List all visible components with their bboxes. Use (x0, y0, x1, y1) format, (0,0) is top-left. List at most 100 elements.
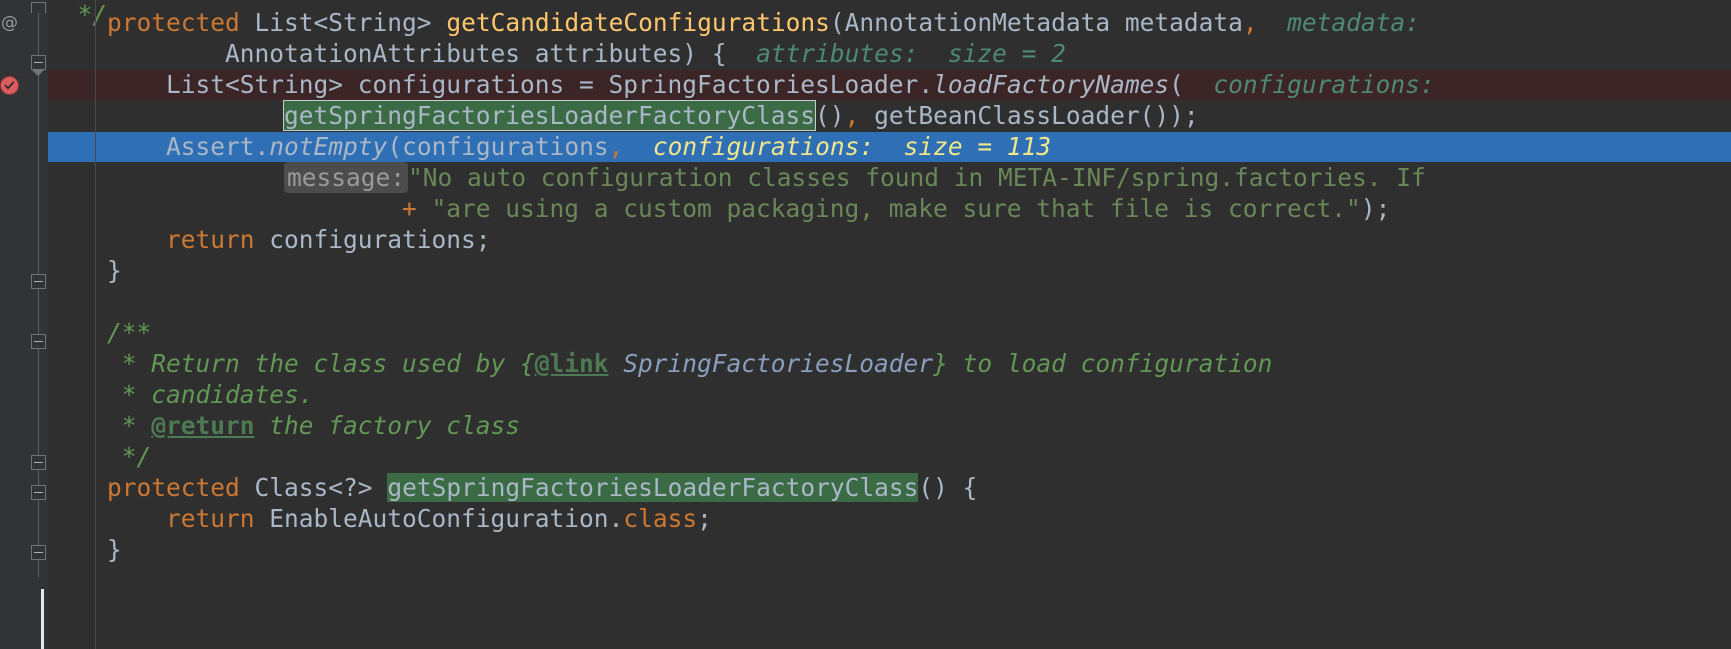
breakpoint-circle (1, 76, 18, 94)
code-line[interactable]: } (48, 535, 1731, 565)
code-token: "are using a custom packaging, make sure… (431, 194, 1361, 223)
code-token: SpringFactoriesLoader (608, 70, 919, 99)
code-token: , (608, 132, 624, 161)
code-token: Class<?> (254, 473, 373, 502)
code-content[interactable]: */ protected List<String> getCandidateCo… (48, 0, 1731, 649)
code-line[interactable]: return EnableAutoConfiguration.class; (48, 504, 1731, 534)
code-line[interactable]: getSpringFactoriesLoaderFactoryClass(), … (48, 100, 1731, 131)
code-token: () { (918, 473, 978, 502)
code-token: ( (829, 8, 845, 37)
fold-column[interactable] (30, 0, 48, 649)
code-line[interactable]: * candidates. (48, 380, 1731, 410)
annotation-at-icon[interactable]: @ (0, 8, 19, 38)
fold-marker-method2[interactable] (31, 455, 46, 470)
code-token: /** (48, 318, 152, 347)
code-line[interactable]: protected List<String> getCandidateConfi… (48, 8, 1731, 38)
inline-debug-hint[interactable]: metadata: (1287, 8, 1420, 37)
fold-marker-method-start[interactable] (31, 2, 46, 13)
code-token: * (48, 411, 152, 440)
fold-marker-method-end[interactable] (31, 55, 46, 76)
code-line[interactable]: message: "No auto configuration classes f… (48, 162, 1731, 193)
usage-highlight[interactable]: getSpringFactoriesLoaderFactoryClass (387, 473, 919, 502)
code-token: attributes (520, 39, 683, 68)
inline-debug-hint[interactable]: configurations: (1213, 70, 1434, 99)
code-token: configurations = (343, 70, 609, 99)
code-token: } (48, 535, 122, 564)
code-token: @return (151, 411, 255, 440)
code-token: ) { (682, 39, 727, 68)
code-token: Assert (166, 132, 255, 161)
fold-marker-tail[interactable] (31, 545, 46, 560)
fold-marker-block-close[interactable] (31, 274, 46, 289)
code-token: EnableAutoConfiguration (269, 504, 609, 533)
code-line[interactable]: } (48, 256, 1731, 286)
code-token: the factory class (254, 411, 521, 440)
inline-debug-hint[interactable]: configurations: size = 113 (653, 132, 1051, 161)
usage-highlight[interactable]: getSpringFactoriesLoaderFactoryClass (283, 100, 817, 131)
code-token: . (918, 70, 934, 99)
code-token: AnnotationAttributes (225, 39, 521, 68)
code-token: protected (107, 473, 240, 502)
code-line[interactable]: /** (48, 318, 1731, 348)
code-token: + (402, 194, 417, 223)
code-token: } (48, 256, 122, 285)
editor-gutter[interactable]: @ (0, 0, 48, 649)
code-token: . (254, 132, 270, 161)
code-token: * Return the class used by { (48, 349, 535, 378)
code-token: metadata (1110, 8, 1243, 37)
code-token: @link (534, 349, 609, 378)
code-token: SpringFactoriesLoader (623, 349, 934, 378)
code-token: * candidates. (48, 380, 314, 409)
breakpoint-verified-icon[interactable] (0, 70, 19, 100)
code-token: ); (1360, 194, 1391, 223)
code-line[interactable]: List<String> configurations = SpringFact… (48, 70, 1731, 100)
code-token: protected (107, 8, 240, 37)
code-token: , (844, 101, 860, 130)
code-line[interactable]: */ (48, 442, 1731, 472)
indent-guide (95, 0, 96, 649)
code-editor[interactable]: @ */ protected List<String> getCandidate… (0, 0, 1731, 649)
fold-marker-javadoc[interactable] (31, 334, 46, 349)
code-line[interactable]: AnnotationAttributes attributes) { attri… (48, 39, 1731, 69)
code-token: configurations; (254, 225, 491, 254)
code-line[interactable]: return configurations; (48, 225, 1731, 255)
code-token: ; (697, 504, 712, 533)
code-token: notEmpty (269, 132, 388, 161)
code-line[interactable]: protected Class<?> getSpringFactoriesLoa… (48, 473, 1731, 503)
parameter-name-hint[interactable]: message: (284, 162, 409, 193)
code-line[interactable]: + "are using a custom packaging, make su… (48, 194, 1731, 224)
code-token: class (623, 504, 698, 533)
code-token: return (166, 225, 255, 254)
code-line[interactable]: * Return the class used by {@link Spring… (48, 349, 1731, 379)
code-line[interactable] (48, 287, 1731, 317)
code-token: (configurations (387, 132, 609, 161)
code-token: List<String> (254, 8, 432, 37)
code-token: loadFactoryNames (933, 70, 1170, 99)
code-token: () (815, 101, 845, 130)
inline-debug-hint[interactable]: attributes: size = 2 (756, 39, 1066, 68)
code-token: , (1242, 8, 1258, 37)
code-token: ( (1169, 70, 1184, 99)
code-line[interactable]: * @return the factory class (48, 411, 1731, 441)
fold-marker-method2-body[interactable] (31, 485, 46, 500)
code-token: */ (48, 442, 152, 471)
code-token: getBeanClassLoader()); (859, 101, 1199, 130)
code-line[interactable]: Assert.notEmpty(configurations, configur… (48, 132, 1731, 162)
code-token: List<String> (166, 70, 344, 99)
